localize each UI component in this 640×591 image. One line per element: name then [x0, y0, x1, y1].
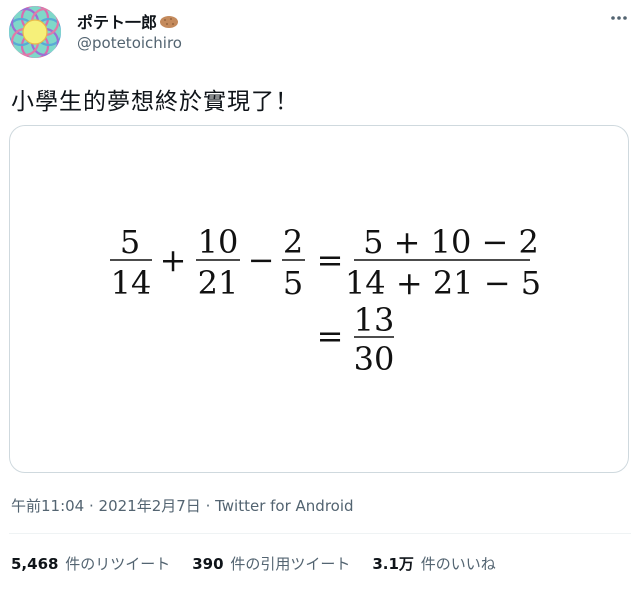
display-name[interactable]: ポテト一郎 — [77, 9, 179, 33]
tweet-meta: 午前11:04 · 2021年2月7日 · Twitter for Androi… — [11, 495, 354, 516]
likes-count: 3.1万 — [372, 555, 414, 573]
likes-stat[interactable]: 3.1万 件のいいね — [372, 553, 495, 574]
tweet-text: 小學生的夢想終於實現了！ — [11, 89, 299, 115]
likes-label: 件のいいね — [420, 555, 496, 573]
result-denominator: 30 — [354, 340, 395, 378]
display-name-text: ポテト一郎 — [77, 13, 158, 32]
quote-tweets-count: 390 — [192, 555, 224, 573]
quote-tweets-stat[interactable]: 390 件の引用ツイート — [192, 553, 350, 574]
retweets-count: 5,468 — [11, 555, 59, 573]
potato-emoji-icon — [159, 14, 179, 28]
divider — [9, 533, 631, 534]
op-plus: + — [160, 241, 187, 279]
frac2-numerator: 10 — [198, 223, 239, 261]
retweets-stat[interactable]: 5,468 件のリツイート — [11, 553, 170, 574]
timestamp-link[interactable]: 午前11:04 · 2021年2月7日 — [11, 497, 201, 515]
quote-tweets-label: 件の引用ツイート — [230, 555, 351, 573]
result-numerator: 13 — [354, 301, 395, 339]
big-fraction-numerator: 5 + 10 − 2 — [363, 223, 539, 261]
media-image[interactable]: 5 14 + 10 21 − 2 5 = 5 + 10 − 2 14 + 21 … — [9, 125, 629, 473]
more-dots-icon — [611, 16, 627, 20]
frac1-numerator: 5 — [120, 223, 140, 261]
frac1-denominator: 14 — [111, 264, 152, 302]
engagement-stats: 5,468 件のリツイート 390 件の引用ツイート 3.1万 件のいいね — [11, 553, 496, 574]
equals-sign-1: = — [317, 241, 344, 279]
frac2-denominator: 21 — [198, 264, 239, 302]
user-handle[interactable]: @potetoichiro — [77, 34, 182, 52]
more-options-button[interactable] — [606, 8, 632, 28]
avatar[interactable] — [9, 6, 61, 58]
avatar-mandala-image — [9, 6, 61, 58]
big-fraction-denominator: 14 + 21 − 5 — [345, 264, 541, 302]
equation-image: 5 14 + 10 21 − 2 5 = 5 + 10 − 2 14 + 21 … — [110, 223, 541, 378]
meta-separator: · — [200, 497, 216, 515]
retweets-label: 件のリツイート — [65, 555, 171, 573]
frac3-denominator: 5 — [283, 264, 303, 302]
source-link[interactable]: Twitter for Android — [215, 497, 353, 515]
frac3-numerator: 2 — [283, 223, 303, 261]
equals-sign-2: = — [317, 317, 344, 355]
op-minus: − — [248, 241, 275, 279]
